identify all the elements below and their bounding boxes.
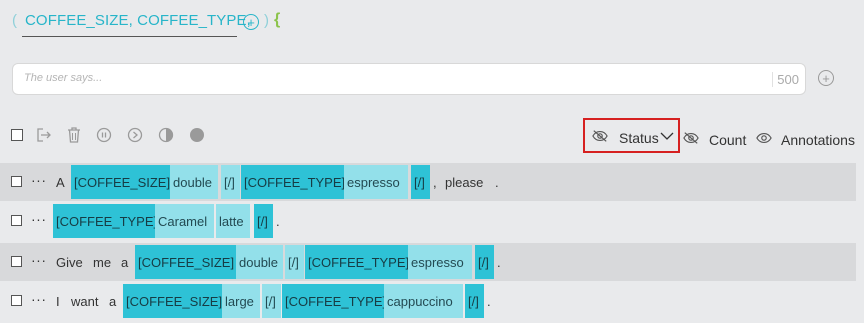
slot-value[interactable]: cappuccino bbox=[384, 284, 463, 318]
play-icon[interactable] bbox=[127, 127, 143, 143]
slot-value[interactable]: espresso bbox=[344, 165, 408, 199]
open-paren: ( bbox=[12, 12, 17, 29]
status-label[interactable]: Status bbox=[619, 130, 659, 146]
eye-icon[interactable] bbox=[756, 130, 772, 146]
user-says-bar: 500 bbox=[12, 63, 806, 95]
slot-value[interactable]: double bbox=[236, 245, 283, 279]
row-checkbox[interactable] bbox=[11, 295, 22, 306]
slot-tag-close[interactable]: [/] bbox=[254, 204, 273, 238]
char-count: 500 bbox=[772, 72, 799, 87]
select-all-checkbox[interactable] bbox=[9, 127, 25, 143]
slot-value[interactable]: double bbox=[170, 165, 218, 199]
eye-off-icon[interactable] bbox=[592, 128, 608, 144]
row-checkbox[interactable] bbox=[11, 215, 22, 226]
token: Give bbox=[56, 255, 83, 270]
token: want bbox=[71, 294, 99, 309]
slot-tag-open[interactable]: [COFFEE_TYPE] bbox=[53, 204, 157, 238]
token: , bbox=[433, 175, 437, 190]
more-icon[interactable]: ··· bbox=[31, 252, 47, 268]
slot-tag-close[interactable]: [/] bbox=[465, 284, 484, 318]
token: A bbox=[56, 175, 65, 190]
slot-tag-open[interactable]: [COFFEE_SIZE] bbox=[135, 245, 236, 279]
row-checkbox[interactable] bbox=[11, 176, 22, 187]
token: . bbox=[276, 214, 280, 229]
slot-tag-open[interactable]: [COFFEE_SIZE] bbox=[71, 165, 170, 199]
chevron-down-icon[interactable] bbox=[659, 128, 675, 144]
slot-list[interactable]: COFFEE_SIZE, COFFEE_TYPE, bbox=[25, 12, 251, 29]
token: I bbox=[56, 294, 60, 309]
open-brace: { bbox=[274, 11, 281, 28]
slot-tag-close[interactable]: [/] bbox=[262, 284, 281, 318]
slot-tag-close[interactable]: [/] bbox=[221, 165, 240, 199]
slot-tag-open[interactable]: [COFFEE_TYPE] bbox=[305, 245, 409, 279]
row-checkbox[interactable] bbox=[11, 256, 22, 267]
token: . bbox=[487, 294, 491, 309]
slot-value[interactable]: large bbox=[222, 284, 260, 318]
slot-value[interactable]: espresso bbox=[408, 245, 472, 279]
token: a bbox=[109, 294, 117, 309]
eye-off-icon[interactable] bbox=[683, 130, 699, 146]
list-item[interactable]: ··· I want a [COFFEE_SIZE] large [/] [CO… bbox=[0, 282, 856, 320]
more-icon[interactable]: ··· bbox=[31, 172, 47, 188]
token: please bbox=[445, 175, 484, 190]
add-slot-icon[interactable]: + bbox=[243, 14, 259, 30]
more-icon[interactable]: ··· bbox=[31, 291, 47, 307]
slot-tag-close[interactable]: [/] bbox=[411, 165, 430, 199]
pause-icon[interactable] bbox=[96, 127, 112, 143]
record-icon[interactable] bbox=[189, 127, 205, 143]
count-label[interactable]: Count bbox=[709, 132, 746, 148]
trash-icon[interactable] bbox=[66, 127, 82, 143]
slot-value[interactable]: Caramel bbox=[155, 204, 214, 238]
list-item[interactable]: ··· [COFFEE_TYPE] Caramel latte [/] . bbox=[0, 202, 856, 240]
slot-tag-open[interactable]: [COFFEE_TYPE] bbox=[282, 284, 386, 318]
slot-tag-close[interactable]: [/] bbox=[475, 245, 494, 279]
contrast-icon[interactable] bbox=[158, 127, 174, 143]
slot-tag-close[interactable]: [/] bbox=[285, 245, 304, 279]
token: . bbox=[495, 175, 499, 190]
token: a bbox=[121, 255, 129, 270]
slot-value[interactable]: latte bbox=[216, 204, 250, 238]
add-example-icon[interactable]: + bbox=[818, 70, 834, 86]
list-item[interactable]: ··· A [COFFEE_SIZE] double [/] [COFFEE_T… bbox=[0, 163, 856, 201]
user-says-input[interactable] bbox=[22, 71, 726, 85]
token: me bbox=[93, 255, 112, 270]
close-paren: ) bbox=[264, 12, 269, 29]
slot-tag-open[interactable]: [COFFEE_TYPE] bbox=[241, 165, 345, 199]
slot-tag-open[interactable]: [COFFEE_SIZE] bbox=[123, 284, 222, 318]
annotations-label[interactable]: Annotations bbox=[781, 132, 855, 148]
slot-underline bbox=[22, 36, 237, 37]
list-item[interactable]: ··· Give me a [COFFEE_SIZE] double [/] [… bbox=[0, 243, 856, 281]
more-icon[interactable]: ··· bbox=[31, 211, 47, 227]
export-icon[interactable] bbox=[36, 127, 52, 143]
token: . bbox=[497, 255, 501, 270]
